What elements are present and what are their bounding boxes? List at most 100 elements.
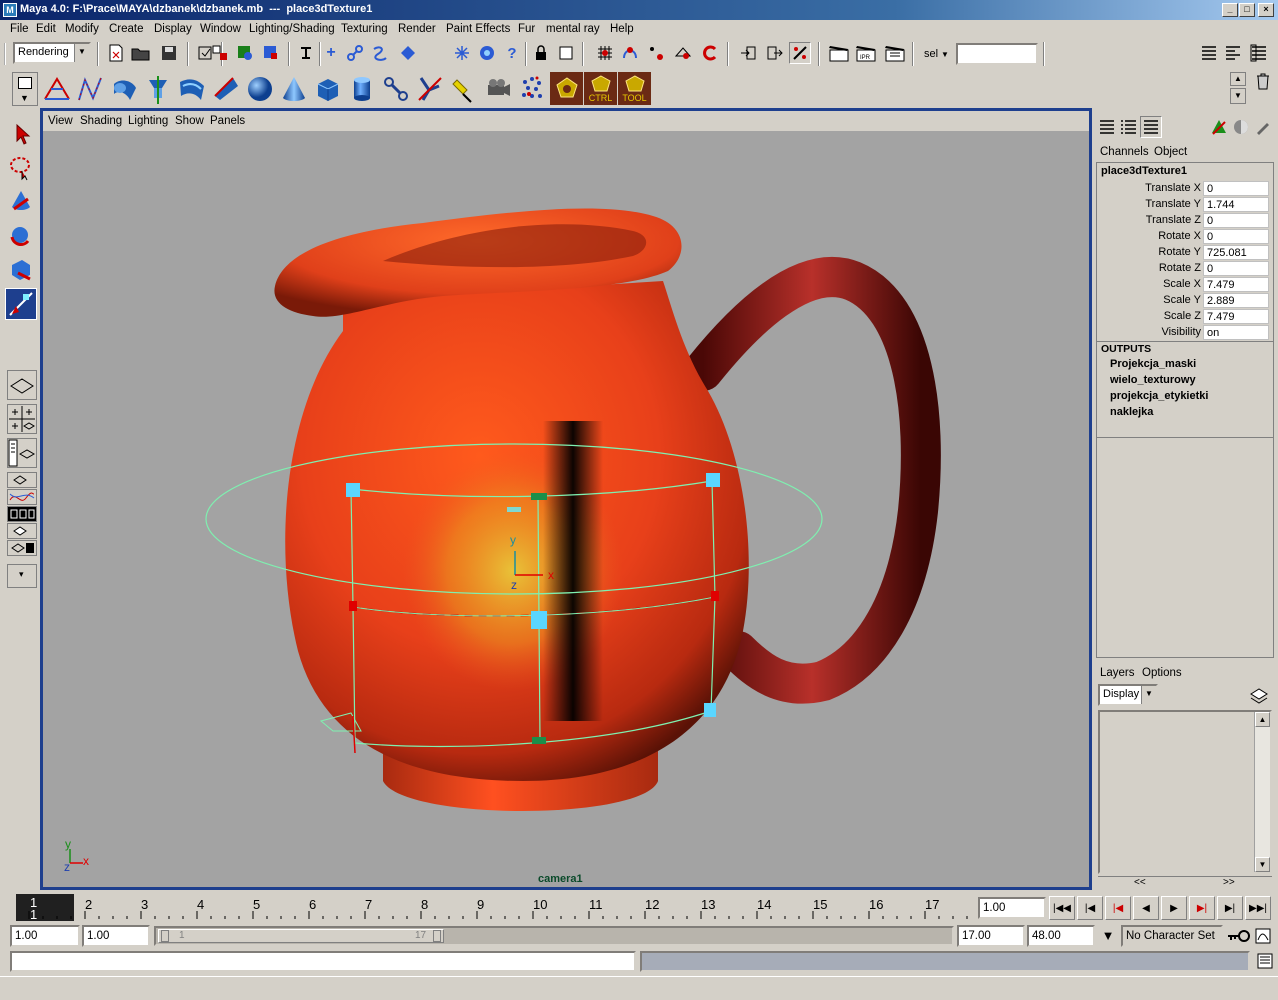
channel-row[interactable]: Translate Y 1.744: [1097, 197, 1273, 213]
select-misc-icon[interactable]: ?: [501, 42, 523, 64]
menu-modify[interactable]: Modify: [65, 23, 99, 35]
menu-render[interactable]: Render: [398, 23, 436, 35]
construction-history-icon[interactable]: [789, 42, 811, 64]
snap-to-point-icon[interactable]: [645, 42, 667, 64]
channel-value-field[interactable]: 0: [1203, 229, 1269, 244]
channel-label[interactable]: Translate X: [1145, 182, 1201, 194]
manip-handle[interactable]: [532, 737, 546, 744]
layer-type-dropdown[interactable]: Display ▼: [1098, 684, 1158, 706]
loft-icon[interactable]: [175, 72, 208, 105]
joint-icon[interactable]: [379, 72, 412, 105]
hypergraph-layout-icon[interactable]: [7, 506, 37, 522]
show-tool-settings-icon[interactable]: [1222, 42, 1244, 64]
time-slider[interactable]: 1 1 2 3 4 5 6 7 8 9 10 11 12 13 14 15 16 17: [10, 892, 976, 922]
cv-curve-icon[interactable]: [74, 72, 107, 105]
channel-value-field[interactable]: 1.744: [1203, 197, 1269, 212]
animation-preferences-icon[interactable]: [1253, 925, 1273, 947]
camera-icon[interactable]: [481, 72, 514, 105]
chevron-down-icon[interactable]: ▼: [941, 50, 949, 59]
channel-row[interactable]: Visibility on: [1097, 325, 1273, 341]
manip-handle[interactable]: [346, 483, 360, 497]
go-to-end-button[interactable]: ▶▶|: [1245, 896, 1271, 920]
nurbs-curve-icon[interactable]: [40, 72, 73, 105]
snap-to-grid-icon[interactable]: [594, 42, 616, 64]
show-channel-box-icon[interactable]: [1248, 42, 1270, 64]
auto-key-icon[interactable]: [1224, 925, 1252, 947]
channel-label[interactable]: Visibility: [1161, 326, 1201, 338]
layer-editor-mode-icon[interactable]: [1118, 116, 1140, 138]
particles-icon[interactable]: [515, 72, 548, 105]
view-menu-lighting[interactable]: Lighting: [128, 115, 168, 127]
create-layer-icon[interactable]: [1208, 116, 1230, 138]
select-surfaces-icon[interactable]: [397, 42, 419, 64]
step-back-key-button[interactable]: |◀: [1105, 896, 1131, 920]
highlight-selection-icon[interactable]: [555, 42, 577, 64]
revolve-icon[interactable]: [141, 72, 174, 105]
view-menu-shading[interactable]: Shading: [80, 115, 122, 127]
scroll-left-button[interactable]: <<: [1134, 877, 1146, 888]
minimize-button[interactable]: _: [1222, 3, 1238, 17]
layer-list[interactable]: ▲ ▼: [1098, 710, 1272, 874]
maya-app-icon[interactable]: M: [3, 3, 17, 17]
output-node[interactable]: Projekcja_maski: [1110, 358, 1196, 370]
component-mode-icon[interactable]: [260, 42, 282, 64]
snap-to-curve-icon[interactable]: [619, 42, 641, 64]
trash-icon[interactable]: [1252, 70, 1274, 92]
ctrl-icon[interactable]: CTRL: [584, 72, 617, 105]
select-by-name-input[interactable]: [956, 43, 1038, 65]
make-live-icon[interactable]: [699, 42, 721, 64]
select-joints-icon[interactable]: [344, 42, 366, 64]
select-tool-icon[interactable]: [5, 118, 37, 150]
cube-icon[interactable]: [311, 72, 344, 105]
menu-window[interactable]: Window: [200, 23, 241, 35]
menu-file[interactable]: File: [10, 23, 29, 35]
ik-handle-icon[interactable]: [413, 72, 446, 105]
object-mode-icon[interactable]: [234, 42, 256, 64]
step-back-frame-button[interactable]: |◀: [1077, 896, 1103, 920]
layers-menu[interactable]: Layers: [1100, 667, 1135, 679]
graph-editor-layout-icon[interactable]: [7, 489, 37, 505]
play-forwards-button[interactable]: ▶: [1161, 896, 1187, 920]
paint-layer-icon[interactable]: [1252, 116, 1274, 138]
select-dynamics-icon[interactable]: [476, 42, 498, 64]
close-button[interactable]: ×: [1258, 3, 1274, 17]
channel-box-tab-channels[interactable]: Channels: [1100, 146, 1149, 158]
menu-paint-effects[interactable]: Paint Effects: [446, 23, 510, 35]
select-handles-icon[interactable]: +: [320, 42, 342, 64]
light-icon[interactable]: [447, 72, 480, 105]
render-layer-icon[interactable]: [1230, 116, 1252, 138]
scroll-up-button[interactable]: ▲: [1255, 712, 1270, 727]
hotbox-icon[interactable]: [550, 72, 583, 105]
scale-tool-icon[interactable]: [5, 254, 37, 286]
channel-label[interactable]: Rotate Z: [1159, 262, 1201, 274]
current-time-field[interactable]: 1.00: [978, 897, 1046, 919]
channel-value-field[interactable]: on: [1203, 325, 1269, 340]
layers-options-menu[interactable]: Options: [1142, 667, 1182, 679]
shelf-menu[interactable]: ▼: [12, 72, 38, 106]
maximize-button[interactable]: □: [1239, 3, 1255, 17]
channel-value-field[interactable]: 0: [1203, 213, 1269, 228]
step-forward-key-button[interactable]: ▶|: [1189, 896, 1215, 920]
tool-icon[interactable]: TOOL: [618, 72, 651, 105]
scroll-right-button[interactable]: >>: [1223, 877, 1235, 888]
channel-value-field[interactable]: 725.081: [1203, 245, 1269, 260]
channel-label[interactable]: Translate Y: [1145, 198, 1201, 210]
layer-list-scrollbar[interactable]: ▲ ▼: [1254, 712, 1270, 872]
ipr-render-icon[interactable]: IPR: [855, 42, 877, 64]
nurbs-cylinder-icon[interactable]: [108, 72, 141, 105]
output-connections-icon[interactable]: [764, 42, 786, 64]
menu-lighting-shading[interactable]: Lighting/Shading: [249, 23, 335, 35]
channel-label[interactable]: Scale Z: [1164, 310, 1201, 322]
channel-label[interactable]: Scale Y: [1163, 294, 1201, 306]
channel-row[interactable]: Scale Z 7.479: [1097, 309, 1273, 325]
select-deformations-icon[interactable]: [451, 42, 473, 64]
view-menu-panels[interactable]: Panels: [210, 115, 245, 127]
status-line-grip[interactable]: [4, 43, 8, 65]
channel-row[interactable]: Scale Y 2.889: [1097, 293, 1273, 309]
menu-mental-ray[interactable]: mental ray: [546, 23, 600, 35]
range-end-handle[interactable]: [433, 930, 441, 942]
range-slider-bar[interactable]: 1 17: [158, 929, 444, 943]
channel-row[interactable]: Translate X0: [1097, 181, 1273, 197]
output-node[interactable]: naklejka: [1110, 406, 1153, 418]
sphere-icon[interactable]: [243, 72, 276, 105]
